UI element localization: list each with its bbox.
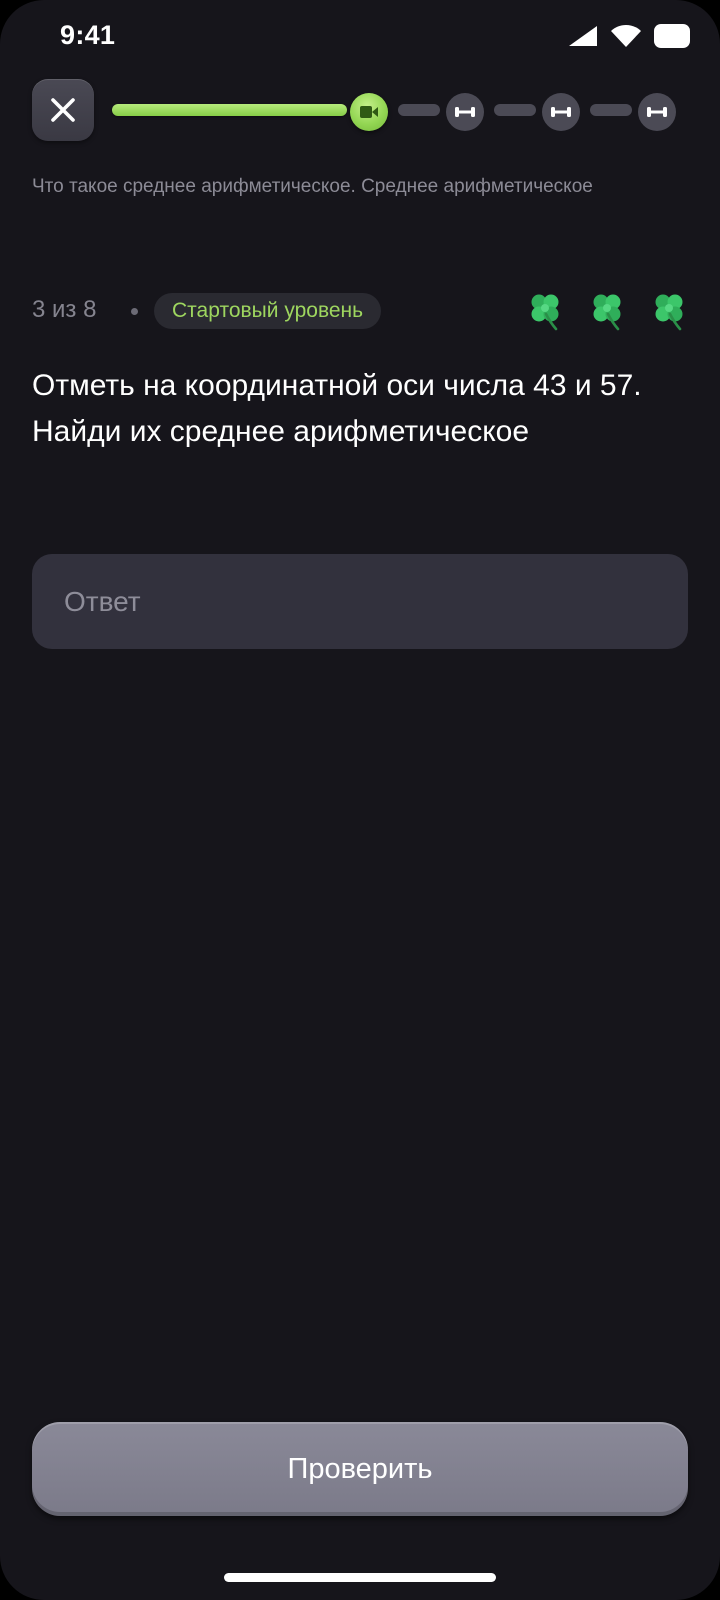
status-time: 9:41 bbox=[60, 20, 116, 50]
task-meta: 3 из 8 Стартовый уровень bbox=[32, 292, 688, 332]
status-icons bbox=[568, 24, 690, 48]
dumbbell-icon bbox=[647, 107, 667, 117]
progress-connector bbox=[494, 104, 536, 116]
lesson-progress bbox=[112, 93, 688, 131]
progress-connector bbox=[590, 104, 632, 116]
video-camera-icon bbox=[360, 106, 378, 118]
close-icon bbox=[51, 98, 75, 122]
question-text: Отметь на координатной оси числа 43 и 57… bbox=[32, 369, 642, 448]
app-screen: 9:41 Что такое среднее арифметическое. С… bbox=[0, 0, 720, 1600]
clover-icon bbox=[655, 294, 683, 331]
home-indicator[interactable] bbox=[224, 1573, 496, 1582]
cellular-signal-icon bbox=[569, 26, 597, 46]
clover-icon bbox=[531, 294, 559, 331]
battery-icon bbox=[654, 24, 690, 48]
progress-step-practice[interactable] bbox=[542, 93, 580, 131]
progress-step-practice[interactable] bbox=[446, 93, 484, 131]
dumbbell-icon bbox=[551, 107, 571, 117]
answer-input[interactable] bbox=[32, 554, 688, 649]
task-counter: 3 из 8 bbox=[32, 296, 97, 323]
level-badge: Стартовый уровень bbox=[154, 293, 382, 329]
status-bar: 9:41 bbox=[0, 0, 720, 76]
progress-step-done bbox=[112, 104, 347, 116]
clover-icon bbox=[593, 294, 621, 331]
top-bar bbox=[32, 79, 688, 141]
lesson-title: Что такое среднее арифметическое. Средне… bbox=[32, 176, 593, 197]
clover-rating bbox=[526, 292, 688, 332]
close-button[interactable] bbox=[32, 79, 94, 141]
dumbbell-icon bbox=[455, 107, 475, 117]
separator-dot bbox=[131, 308, 138, 315]
progress-connector bbox=[398, 104, 440, 116]
wifi-icon bbox=[611, 25, 641, 47]
check-button[interactable]: Проверить bbox=[32, 1422, 688, 1516]
progress-step-practice[interactable] bbox=[638, 93, 676, 131]
progress-step-video[interactable] bbox=[350, 93, 388, 131]
